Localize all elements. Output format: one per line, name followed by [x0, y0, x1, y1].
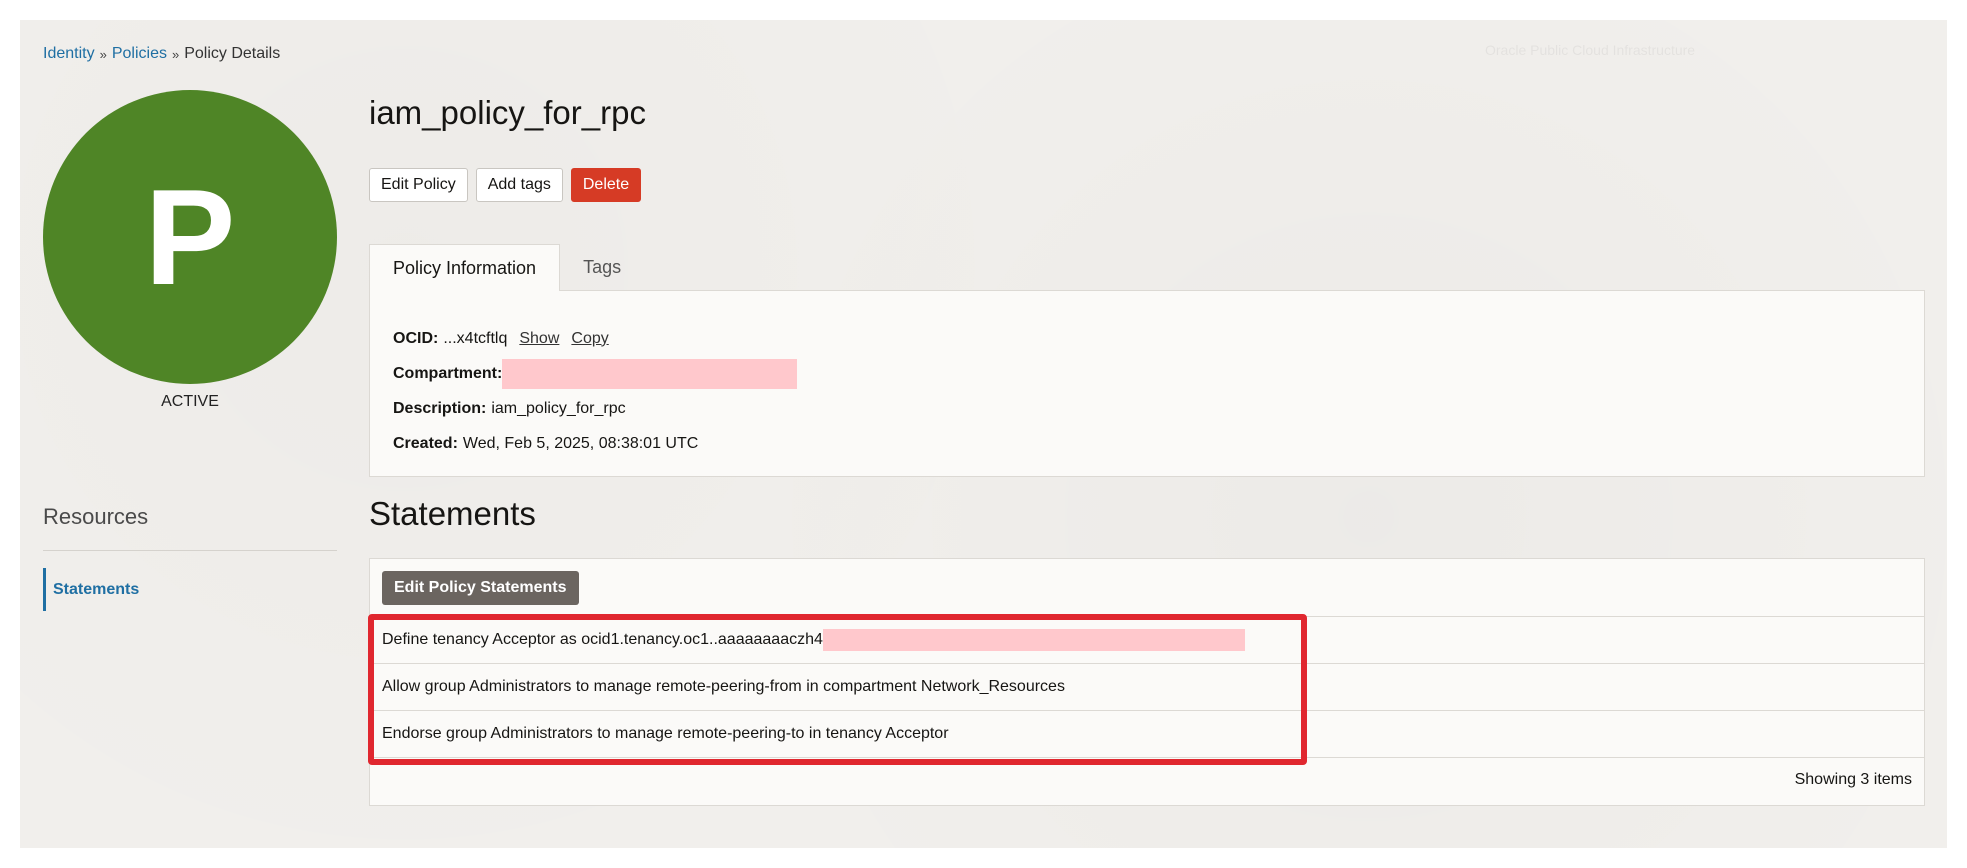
statements-panel: Edit Policy Statements Define tenancy Ac…: [369, 558, 1925, 806]
ocid-label: OCID:: [393, 329, 439, 347]
add-tags-button[interactable]: Add tags: [475, 168, 563, 202]
item-count: Showing 3 items: [1794, 771, 1912, 788]
created-value: Wed, Feb 5, 2025, 08:38:01 UTC: [462, 434, 699, 452]
breadcrumb-separator: »: [171, 46, 180, 62]
resources-divider: [43, 550, 337, 551]
sidebar-item-statements[interactable]: Statements: [43, 568, 243, 611]
page-frame: Oracle Public Cloud Infrastructure Ident…: [20, 20, 1947, 848]
description-label: Description:: [393, 399, 487, 417]
edit-policy-button[interactable]: Edit Policy: [369, 168, 468, 202]
delete-button[interactable]: Delete: [570, 168, 642, 202]
statement-row: Allow group Administrators to manage rem…: [370, 664, 1924, 711]
compartment-label: Compartment:: [393, 364, 503, 382]
tab-policy-information[interactable]: Policy Information: [369, 244, 561, 291]
compartment-row: Compartment:: [393, 356, 1901, 391]
edit-policy-statements-button[interactable]: Edit Policy Statements: [382, 570, 579, 605]
statement-text: Allow group Administrators to manage rem…: [382, 678, 1065, 695]
page-title: iam_policy_for_rpc: [369, 94, 646, 131]
ocid-row: OCID: ...x4tcftlq Show Copy: [393, 321, 1901, 356]
ocid-copy-link[interactable]: Copy: [571, 330, 608, 348]
breadcrumb-separator: »: [99, 46, 107, 62]
tab-bar: Policy Information Tags: [369, 244, 644, 291]
ocid-value: ...x4tcftlq: [443, 329, 508, 347]
watermark: Oracle Public Cloud Infrastructure: [1485, 42, 1696, 58]
sidebar-item-label: Statements: [53, 580, 140, 598]
tab-tags[interactable]: Tags: [560, 244, 644, 290]
policy-info-panel: OCID: ...x4tcftlq Show Copy Compartment:…: [369, 290, 1925, 477]
status-label: ACTIVE: [161, 393, 219, 410]
breadcrumb-policies[interactable]: Policies: [112, 45, 167, 63]
ocid-show-link[interactable]: Show: [519, 330, 559, 348]
breadcrumb: Identity » Policies » Policy Details: [43, 45, 280, 63]
statement-text: Define tenancy Acceptor as ocid1.tenancy…: [382, 631, 823, 648]
description-row: Description: iam_policy_for_rpc: [393, 391, 1901, 426]
statement-text: Endorse group Administrators to manage r…: [382, 725, 949, 742]
breadcrumb-identity[interactable]: Identity: [43, 45, 95, 63]
action-bar: Edit Policy Add tags Delete: [369, 168, 642, 202]
statements-title: Statements: [369, 495, 536, 532]
created-row: Created: Wed, Feb 5, 2025, 08:38:01 UTC: [393, 426, 1901, 461]
statement-redaction: [822, 629, 1245, 651]
resources-title: Resources: [43, 504, 149, 529]
statement-row: Endorse group Administrators to manage r…: [370, 711, 1924, 758]
description-value: iam_policy_for_rpc: [491, 399, 626, 417]
created-label: Created:: [393, 434, 458, 452]
policy-avatar: P: [43, 90, 337, 384]
compartment-redaction: [502, 358, 798, 389]
breadcrumb-current: Policy Details: [184, 45, 281, 62]
statement-row: Define tenancy Acceptor as ocid1.tenancy…: [370, 617, 1924, 664]
statements-toolbar: Edit Policy Statements: [370, 559, 1924, 617]
